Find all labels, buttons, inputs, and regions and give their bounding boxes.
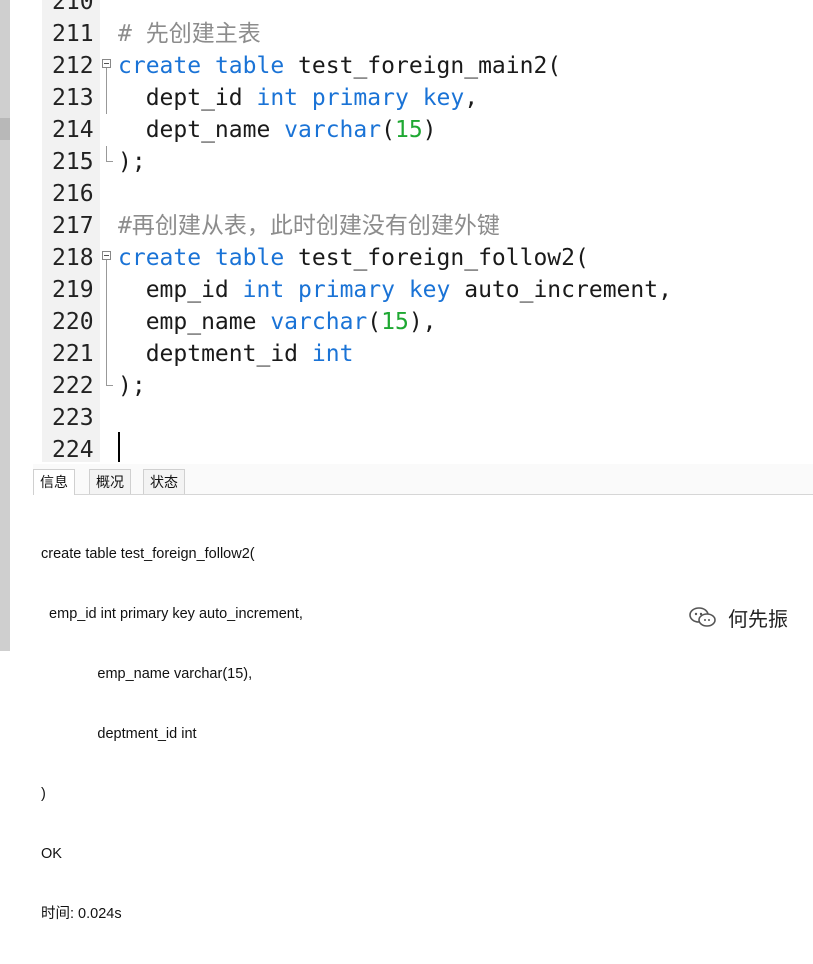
code-line[interactable]: 221 deptment_id int <box>0 338 813 370</box>
code-token: deptment_id <box>118 341 312 367</box>
code-text: emp_name varchar(15), <box>118 306 437 338</box>
line-number: 211 <box>52 21 94 47</box>
code-line[interactable]: 211 # 先创建主表 <box>0 18 813 50</box>
code-line[interactable]: 210 <box>0 0 813 18</box>
code-token: dept_name <box>118 117 285 143</box>
fold-end-icon <box>102 370 114 402</box>
code-line[interactable]: 223 <box>0 402 813 434</box>
tab-overview[interactable]: 概况 <box>89 469 131 494</box>
keyword-token: varchar <box>270 309 368 335</box>
message-line: 时间: 0.024s <box>41 906 122 922</box>
keyword-token: table <box>214 53 285 79</box>
code-token: ); <box>118 149 146 175</box>
code-text: # 先创建主表 <box>118 18 261 50</box>
code-line[interactable]: 220 emp_name varchar(15), <box>0 306 813 338</box>
code-token: ); <box>118 373 146 399</box>
code-line[interactable]: 216 <box>0 178 813 210</box>
code-text: #再创建从表，此时创建没有创建外键 <box>118 210 500 242</box>
message-output: create table test_foreign_follow2( emp_i… <box>41 504 303 964</box>
code-token: , <box>464 85 479 111</box>
code-token: emp_id <box>118 277 243 303</box>
line-number: 222 <box>52 373 94 399</box>
code-line[interactable]: 217 #再创建从表，此时创建没有创建外键 <box>0 210 813 242</box>
code-text: emp_id int primary key auto_increment, <box>118 274 672 306</box>
code-line[interactable]: 222); <box>0 370 813 402</box>
keyword-token: varchar <box>284 117 382 143</box>
watermark-text: 何先振 <box>728 609 788 631</box>
code-token: dept_id <box>118 85 257 111</box>
code-line[interactable]: 212 create table test_foreign_main2( <box>0 50 813 82</box>
code-line[interactable]: 224 <box>0 434 813 462</box>
keyword-token: create <box>118 245 202 271</box>
fold-toggle-icon[interactable] <box>102 50 114 114</box>
number-token: 15 <box>394 117 423 143</box>
tab-status[interactable]: 状态 <box>143 469 185 494</box>
code-line[interactable]: 215); <box>0 146 813 178</box>
fold-end-icon <box>102 146 114 178</box>
keyword-token: table <box>214 245 285 271</box>
code-token: test_foreign_follow2( <box>284 245 589 271</box>
text-cursor <box>118 432 120 462</box>
line-number: 220 <box>52 309 94 335</box>
number-token: 15 <box>381 309 409 335</box>
code-token: ( <box>381 117 395 143</box>
keyword-token: key <box>422 85 465 111</box>
code-token: ) <box>422 117 437 143</box>
wechat-icon <box>689 607 716 627</box>
tab-info[interactable]: 信息 <box>33 469 75 495</box>
line-number: 217 <box>52 213 94 239</box>
message-line: deptment_id int <box>41 726 197 742</box>
code-text: create table test_foreign_main2( <box>118 50 561 82</box>
code-line[interactable]: 213 dept_id int primary key, <box>0 82 813 114</box>
code-text: create table test_foreign_follow2( <box>118 242 589 274</box>
message-line: emp_id int primary key auto_increment, <box>41 606 303 622</box>
code-text: deptment_id int <box>118 338 354 370</box>
code-token: ( <box>367 309 382 335</box>
code-editor[interactable]: 210 211 # 先创建主表 212 create table test_foreig… <box>0 0 813 462</box>
message-line: emp_name varchar(15), <box>41 666 253 682</box>
code-token: auto_increment, <box>450 277 672 303</box>
code-text: ); <box>118 146 146 178</box>
code-text: ); <box>118 370 146 402</box>
comment-token: # 先创建主表 <box>118 21 261 47</box>
line-number: 214 <box>52 117 94 143</box>
keyword-token: key <box>408 277 451 303</box>
fold-toggle-icon[interactable] <box>102 242 114 370</box>
code-token: test_foreign_main2( <box>284 53 562 79</box>
code-token: ), <box>408 309 437 335</box>
line-number: 224 <box>52 437 94 462</box>
line-number: 218 <box>52 245 94 271</box>
line-number: 216 <box>52 181 94 207</box>
line-number: 221 <box>52 341 94 367</box>
code-text: dept_id int primary key, <box>118 82 478 114</box>
keyword-token: primary <box>298 277 395 303</box>
keyword-token: create <box>118 53 202 79</box>
line-number: 210 <box>52 0 94 15</box>
code-text: dept_name varchar(15) <box>118 114 437 146</box>
code-token: emp_name <box>118 309 271 335</box>
comment-token: #再创建从表，此时创建没有创建外键 <box>118 213 500 239</box>
code-line[interactable]: 214 dept_name varchar(15) <box>0 114 813 146</box>
line-number: 213 <box>52 85 94 111</box>
line-number: 215 <box>52 149 94 175</box>
keyword-token: int <box>242 277 285 303</box>
keyword-token: int <box>311 341 354 367</box>
result-tabs: 信息 概况 状态 <box>33 464 813 495</box>
keyword-token: int <box>256 85 299 111</box>
line-number: 212 <box>52 53 94 79</box>
code-line[interactable]: 218 create table test_foreign_follow2( <box>0 242 813 274</box>
message-line: OK <box>41 846 62 862</box>
keyword-token: primary <box>311 85 409 111</box>
code-line[interactable]: 219 emp_id int primary key auto_incremen… <box>0 274 813 306</box>
line-number: 219 <box>52 277 94 303</box>
message-line: ) <box>41 786 46 802</box>
message-line: create table test_foreign_follow2( <box>41 546 255 562</box>
line-number: 223 <box>52 405 94 431</box>
